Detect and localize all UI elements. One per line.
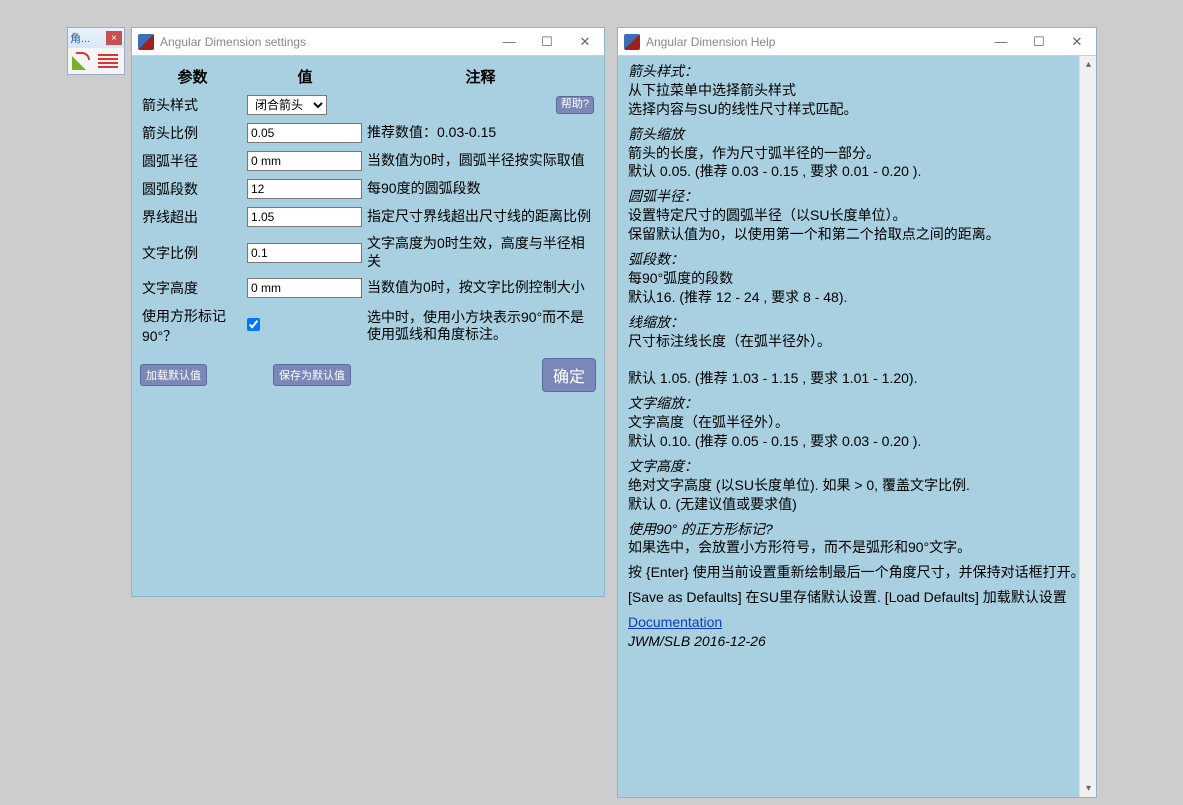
ok-button[interactable]: 确定 [542,358,596,392]
scroll-up-icon[interactable]: ▴ [1080,56,1096,73]
help-text-height-title: 文字高度： [628,457,1086,476]
settings-table: 参数 值 注释 箭头样式 闭合箭头 帮助? 箭头比例 推荐数值：0.03-0.1… [140,62,596,350]
header-value: 值 [245,62,365,91]
help-arc-radius-title: 圆弧半径： [628,187,1086,206]
help-arrow-style-title: 箭头样式： [628,62,1086,81]
settings-body: 参数 值 注释 箭头样式 闭合箭头 帮助? 箭头比例 推荐数值：0.03-0.1… [132,56,604,398]
header-param: 参数 [140,62,245,91]
list-icon[interactable] [96,50,120,72]
row-text-height: 文字高度 当数值为0时，按文字比例控制大小 [140,274,596,302]
toolbar-close-button[interactable]: × [106,31,122,45]
settings-window: Angular Dimension settings — ☐ ✕ 参数 值 注释… [131,27,605,597]
label-arc-segments: 圆弧段数 [140,175,245,203]
note-arc-segments: 每90度的圆弧段数 [365,175,596,203]
help-titlebar[interactable]: Angular Dimension Help — ☐ ✕ [618,28,1096,56]
help-scrollbar[interactable]: ▴ ▾ [1079,56,1096,797]
settings-titlebar[interactable]: Angular Dimension settings — ☐ ✕ [132,28,604,56]
app-icon [624,34,640,50]
row-square-90: 使用方形标记90°？ 选中时，使用小方块表示90°而不是使用弧线和角度标注。 [140,302,596,350]
note-arc-radius: 当数值为0时，圆弧半径按实际取值 [365,147,596,175]
toolbar-body [68,48,124,74]
note-text-height: 当数值为0时，按文字比例控制大小 [365,274,596,302]
label-text-scale: 文字比例 [140,231,245,274]
bottom-buttons: 加载默认值 保存为默认值 确定 [140,358,596,392]
note-text-scale: 文字高度为0时生效，高度与半径相关 [365,231,596,274]
help-arrow-scale-title: 箭头缩放 [628,125,1086,144]
documentation-link[interactable]: Documentation [628,614,722,630]
save-defaults-button[interactable]: 保存为默认值 [273,364,351,386]
row-text-scale: 文字比例 文字高度为0时生效，高度与半径相关 [140,231,596,274]
help-text-scale-title: 文字缩放： [628,394,1086,413]
load-defaults-button[interactable]: 加载默认值 [140,364,207,386]
help-button[interactable]: 帮助? [556,96,594,114]
square-90-checkbox[interactable] [247,318,260,331]
note-line-ext: 指定尺寸界线超出尺寸线的距离比例 [365,203,596,231]
close-button[interactable]: ✕ [1058,28,1096,55]
toolbar-title-text: 角... [70,30,90,46]
label-square-90: 使用方形标记90°？ [140,302,245,350]
angular-toolbar-window: 角... × [67,27,125,75]
help-line-ext-title: 线缩放： [628,313,1086,332]
help-footer: JWM/SLB 2016-12-26 [628,632,1086,651]
note-square-90: 选中时，使用小方块表示90°而不是使用弧线和角度标注。 [365,302,596,350]
help-window: Angular Dimension Help — ☐ ✕ 箭头样式： 从下拉菜单… [617,27,1097,798]
arrow-scale-input[interactable] [247,123,362,143]
label-text-height: 文字高度 [140,274,245,302]
row-line-ext: 界线超出 指定尺寸界线超出尺寸线的距离比例 [140,203,596,231]
minimize-button[interactable]: — [982,28,1020,55]
row-arc-radius: 圆弧半径 当数值为0时，圆弧半径按实际取值 [140,147,596,175]
row-arrow-scale: 箭头比例 推荐数值：0.03-0.15 [140,119,596,147]
maximize-button[interactable]: ☐ [1020,28,1058,55]
label-arc-radius: 圆弧半径 [140,147,245,175]
maximize-button[interactable]: ☐ [528,28,566,55]
label-arrow-scale: 箭头比例 [140,119,245,147]
text-scale-input[interactable] [247,243,362,263]
header-note: 注释 [365,62,596,91]
label-arrow-style: 箭头样式 [140,91,245,119]
settings-window-title: Angular Dimension settings [160,35,490,49]
toolbar-titlebar[interactable]: 角... × [68,28,124,48]
scroll-down-icon[interactable]: ▾ [1080,780,1096,797]
close-button[interactable]: ✕ [566,28,604,55]
help-body: 箭头样式： 从下拉菜单中选择箭头样式 选择内容与SU的线性尺寸样式匹配。 箭头缩… [618,56,1096,797]
note-arrow-scale: 推荐数值：0.03-0.15 [365,119,596,147]
label-line-ext: 界线超出 [140,203,245,231]
row-arc-segments: 圆弧段数 每90度的圆弧段数 [140,175,596,203]
row-arrow-style: 箭头样式 闭合箭头 帮助? [140,91,596,119]
text-height-input[interactable] [247,278,362,298]
line-ext-input[interactable] [247,207,362,227]
arc-segments-input[interactable] [247,179,362,199]
minimize-button[interactable]: — [490,28,528,55]
arc-radius-input[interactable] [247,151,362,171]
help-window-title: Angular Dimension Help [646,35,982,49]
help-arc-segments-title: 弧段数： [628,250,1086,269]
arrow-style-select[interactable]: 闭合箭头 [247,95,327,115]
app-icon [138,34,154,50]
angular-dimension-icon[interactable] [70,50,94,72]
help-square-90-title: 使用90° 的正方形标记? [628,520,1086,539]
